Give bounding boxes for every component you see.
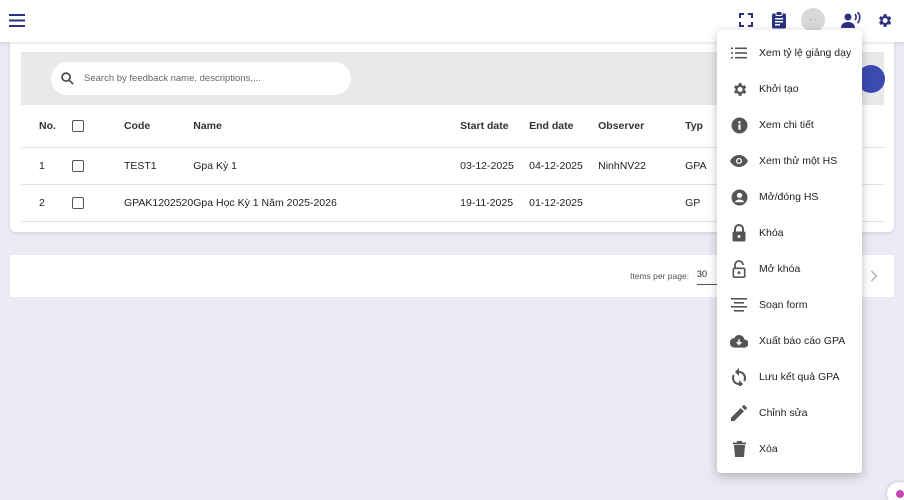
menu-item-export-gpa-report[interactable]: Xuất báo cáo GPA <box>717 323 862 359</box>
widget-dot-icon <box>896 490 904 498</box>
search-box[interactable] <box>51 62 351 95</box>
cell-observer <box>598 184 686 222</box>
column-header-end-date[interactable]: End date <box>529 105 599 148</box>
menu-item-label: Khởi tạo <box>759 83 799 95</box>
select-all-checkbox[interactable] <box>71 119 84 132</box>
search-icon <box>61 72 74 85</box>
cell-no: 2 <box>21 184 72 222</box>
menu-item-initialize[interactable]: Khởi tạo <box>717 71 862 107</box>
menu-item-preview-student[interactable]: Xem thử một HS <box>717 143 862 179</box>
menu-item-label: Xem chi tiết <box>759 119 814 131</box>
avatar-initials: - - <box>809 16 817 24</box>
menu-item-save-gpa-results[interactable]: Lưu kết quả GPA <box>717 359 862 395</box>
column-header-select[interactable] <box>71 105 124 148</box>
chevron-right-icon <box>870 270 878 282</box>
menu-item-view-details[interactable]: Xem chi tiết <box>717 107 862 143</box>
menu-item-label: Xuất báo cáo GPA <box>759 335 846 347</box>
cell-start-date: 03-12-2025 <box>460 147 530 185</box>
menu-item-label: Xóa <box>759 443 778 455</box>
menu-item-edit-form[interactable]: Soạn form <box>717 287 862 323</box>
menu-item-edit[interactable]: Chỉnh sửa <box>717 395 862 431</box>
clipboard-icon[interactable] <box>767 8 791 32</box>
menu-item-label: Xem tỷ lệ giảng dạy <box>759 47 852 59</box>
cell-observer: NinhNV22 <box>598 147 686 185</box>
menu-item-delete[interactable]: Xóa <box>717 431 862 467</box>
account-circle-icon <box>730 188 748 206</box>
menu-item-lock[interactable]: Khóa <box>717 215 862 251</box>
column-header-code[interactable]: Code <box>123 105 194 148</box>
cell-code: GPAK1202520 <box>123 184 194 222</box>
next-page-button[interactable] <box>866 268 882 284</box>
column-header-start-date[interactable]: Start date <box>460 105 530 148</box>
menu-item-label: Lưu kết quả GPA <box>759 371 840 383</box>
lock-open-icon <box>730 260 748 278</box>
floating-widget-button[interactable] <box>887 482 904 500</box>
menu-item-label: Mở/đóng HS <box>759 191 819 203</box>
menu-item-open-close-student[interactable]: Mở/đóng HS <box>717 179 862 215</box>
cell-name: Gpa Kỳ 1 <box>193 147 461 185</box>
voice-user-icon[interactable] <box>839 8 863 32</box>
menu-item-label: Xem thử một HS <box>759 155 838 167</box>
row-checkbox[interactable] <box>71 196 84 209</box>
cloud-download-icon <box>730 332 748 350</box>
list-icon <box>730 44 748 62</box>
trash-icon <box>730 440 748 458</box>
info-icon <box>730 116 748 134</box>
cell-select <box>71 184 124 222</box>
cell-no: 1 <box>21 147 72 185</box>
items-per-page-label: Items per page: <box>630 271 690 281</box>
menu-item-view-teaching-ratio[interactable]: Xem tỷ lệ giảng dạy <box>717 35 862 71</box>
actions-dropdown-menu: Xem tỷ lệ giảng dạy Khởi tạo Xem chi tiế… <box>717 30 862 473</box>
menu-item-unlock[interactable]: Mở khóa <box>717 251 862 287</box>
cell-code: TEST1 <box>123 147 194 185</box>
lock-icon <box>730 224 748 242</box>
cell-select <box>71 147 124 185</box>
align-center-icon <box>730 296 748 314</box>
cell-end-date: 01-12-2025 <box>529 184 599 222</box>
column-header-observer[interactable]: Observer <box>598 105 686 148</box>
hamburger-menu-icon[interactable] <box>6 9 28 31</box>
cell-end-date: 04-12-2025 <box>529 147 599 185</box>
items-per-page-value: 30 <box>697 269 708 279</box>
menu-item-label: Khóa <box>759 227 784 239</box>
avatar[interactable]: - - <box>801 8 825 32</box>
row-checkbox[interactable] <box>71 159 84 172</box>
menu-item-label: Chỉnh sửa <box>759 407 808 419</box>
search-input[interactable] <box>84 73 324 84</box>
sync-icon <box>730 368 748 386</box>
cell-name: Gpa Học Kỳ 1 Năm 2025-2026 <box>193 184 461 222</box>
menu-item-label: Mở khóa <box>759 263 801 275</box>
menu-item-label: Soạn form <box>759 299 808 311</box>
eye-icon <box>730 152 748 170</box>
cell-start-date: 19-11-2025 <box>460 184 530 222</box>
column-header-name[interactable]: Name <box>193 105 461 148</box>
settings-gear-icon[interactable] <box>872 8 896 32</box>
pencil-icon <box>730 404 748 422</box>
top-bar-actions: - - <box>725 8 896 32</box>
column-header-no[interactable]: No. <box>21 105 72 148</box>
fullscreen-icon[interactable] <box>734 8 758 32</box>
gear-icon <box>730 80 748 98</box>
